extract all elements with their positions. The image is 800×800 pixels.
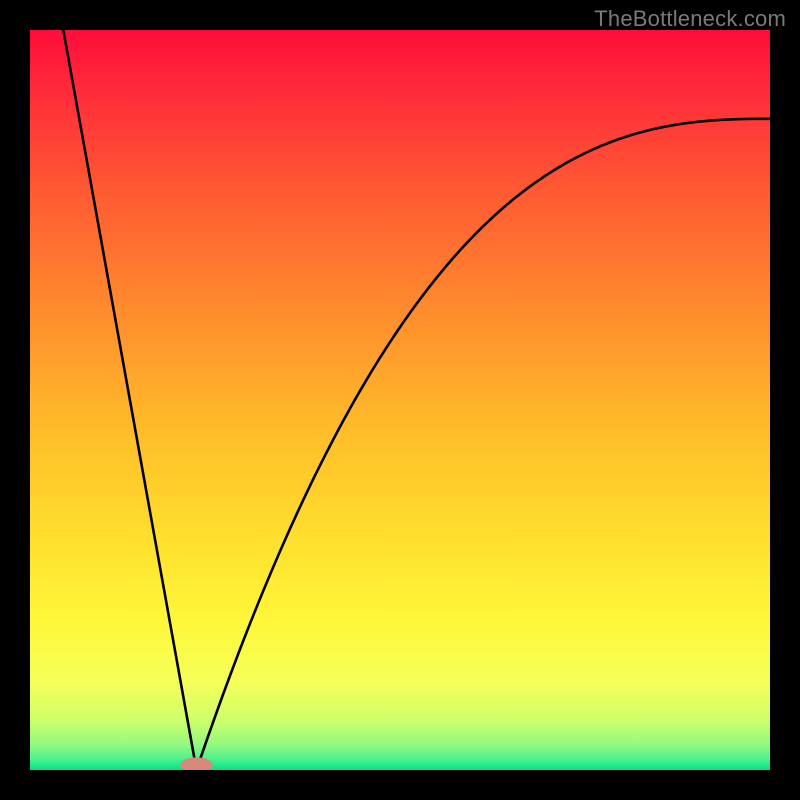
watermark-text: TheBottleneck.com	[594, 6, 786, 32]
gradient-background	[30, 30, 770, 770]
bottleneck-chart	[30, 30, 770, 770]
chart-container: { "watermark": "TheBottleneck.com", "cha…	[0, 0, 800, 800]
